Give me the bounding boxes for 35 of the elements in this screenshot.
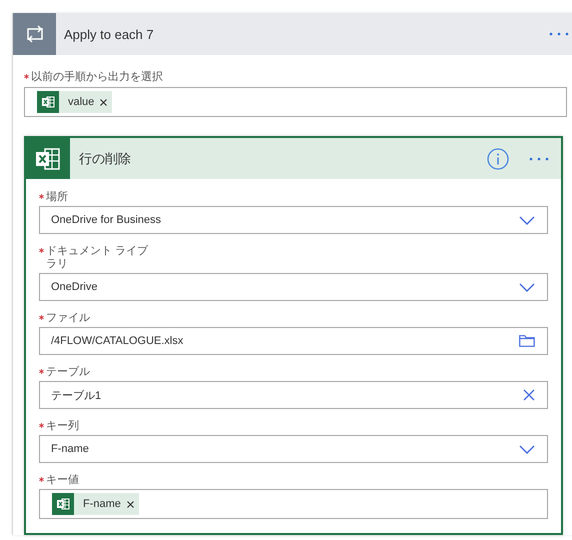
loop-header[interactable]: Apply to each 7 bbox=[13, 13, 572, 55]
field-label: ファイル bbox=[46, 312, 90, 325]
chevron-down-icon[interactable] bbox=[519, 282, 535, 292]
token-field[interactable]: F-name bbox=[39, 489, 548, 519]
more-icon[interactable] bbox=[549, 32, 569, 36]
field-label: キー値 bbox=[46, 474, 79, 487]
field-label: ドキュメント ライブラリ bbox=[46, 245, 150, 271]
excel-icon bbox=[35, 146, 61, 170]
input-field[interactable]: /4FLOW/CATALOGUE.xlsx bbox=[39, 327, 548, 355]
field-label: テーブル bbox=[46, 366, 90, 379]
input-field[interactable]: テーブル1 bbox=[39, 381, 548, 409]
loop-title: Apply to each 7 bbox=[64, 26, 155, 42]
folder-icon[interactable] bbox=[519, 335, 535, 347]
token-field[interactable]: value bbox=[24, 87, 567, 117]
token-text: value bbox=[68, 96, 94, 108]
chevron-down-icon[interactable] bbox=[519, 444, 535, 454]
field-label: 以前の手順から出力を選択 bbox=[31, 71, 163, 84]
dropdown-field[interactable]: OneDrive for Business bbox=[39, 206, 548, 234]
close-icon[interactable] bbox=[126, 500, 134, 508]
action-title: 行の削除 bbox=[79, 150, 132, 168]
dropdown-field[interactable]: OneDrive bbox=[39, 273, 548, 301]
close-icon[interactable] bbox=[523, 389, 535, 401]
dropdown-field[interactable]: F-name bbox=[39, 435, 548, 463]
token-text: F-name bbox=[83, 498, 121, 510]
more-icon[interactable] bbox=[529, 156, 549, 160]
chevron-down-icon[interactable] bbox=[519, 216, 535, 224]
excel-icon bbox=[52, 493, 74, 515]
excel-icon bbox=[37, 91, 59, 113]
token-chip[interactable]: value bbox=[37, 91, 112, 113]
field-label: 場所 bbox=[46, 191, 68, 204]
field-label: キー列 bbox=[46, 420, 79, 433]
action-header[interactable]: 行の削除 bbox=[26, 138, 561, 179]
token-chip[interactable]: F-name bbox=[52, 493, 139, 515]
close-icon[interactable] bbox=[100, 98, 108, 106]
info-icon[interactable] bbox=[487, 148, 509, 170]
